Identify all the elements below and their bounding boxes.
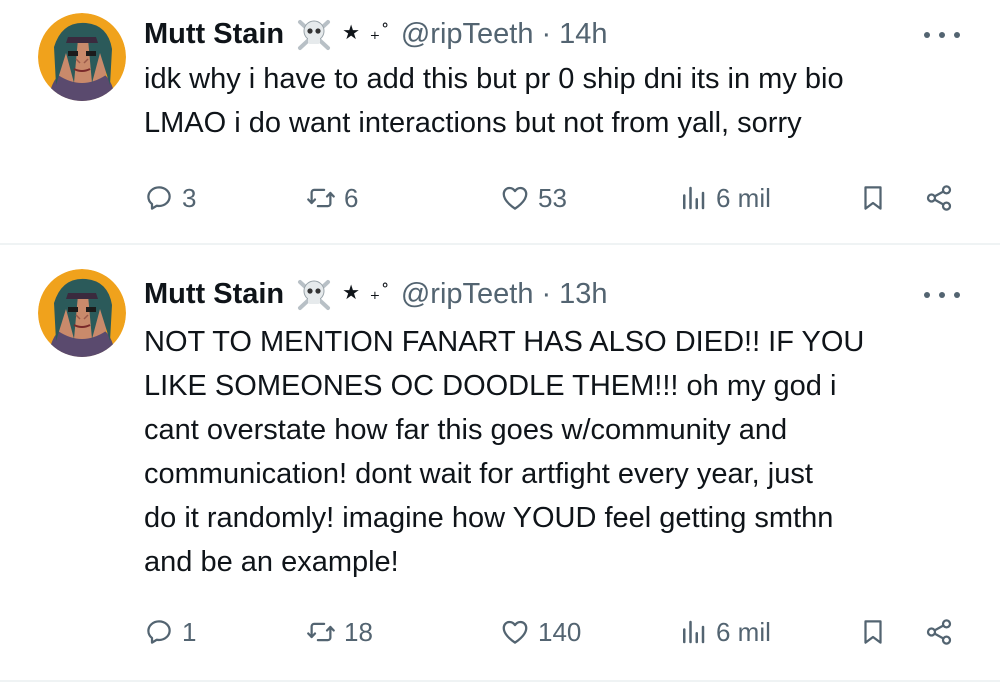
tweet-text-line: do it randomly! imagine how YOUD feel ge… [144,502,834,534]
more-icon[interactable] [924,20,960,50]
reply-button[interactable]: 3 [144,176,196,220]
tweet[interactable]: Mutt Stain ★ ₊˚ @ripTeeth · 13h NOT TO M… [0,246,1000,680]
repost-count: 6 [344,182,359,213]
divider [0,243,1000,245]
stars-decoration: ★ ₊˚ [342,281,391,304]
views-button[interactable]: 6 mil [678,610,771,654]
repost-button[interactable]: 6 [306,176,358,220]
tweet-text-line: communication! dont wait for artfight ev… [144,458,813,490]
views-icon [683,620,705,644]
author-handle[interactable]: @ripTeeth [401,18,534,51]
tweet-text-line: cant overstate how far this goes w/commu… [144,414,788,446]
repost-count: 18 [344,616,373,647]
name-decoration: ★ ₊˚ [294,16,391,52]
repost-button[interactable]: 18 [306,610,373,654]
avatar[interactable] [38,269,126,357]
reply-icon [147,620,171,644]
timestamp[interactable]: 14h [559,18,607,51]
bookmark-button[interactable] [858,610,888,654]
name-decoration: ★ ₊˚ [294,276,391,312]
repost-icon [307,188,335,208]
more-icon[interactable] [924,280,960,310]
tweet-text-line: NOT TO MENTION FANART HAS ALSO DIED!! IF… [144,326,865,358]
action-bar: 1 18 140 6 mil [144,610,964,654]
share-button[interactable] [924,610,954,654]
like-button[interactable]: 53 [500,176,567,220]
views-icon [683,186,705,210]
author-name[interactable]: Mutt Stain [144,278,284,311]
action-bar: 3 6 53 6 mil [144,176,964,220]
reply-button[interactable]: 1 [144,610,196,654]
views-count: 6 mil [716,616,771,647]
separator-dot: · [541,277,552,310]
heart-icon [502,620,528,644]
repost-icon [307,622,335,642]
tweet-text-line: idk why i have to add this but pr 0 ship… [144,63,844,95]
like-count: 140 [538,616,582,647]
author-name[interactable]: Mutt Stain [144,18,284,51]
tweet-text: idk why i have to add this but pr 0 ship… [144,57,964,145]
tweet-header: Mutt Stain ★ ₊˚ @ripTeeth · 13h [144,274,960,314]
tweet-text-line: LMAO i do want interactions but not from… [144,107,802,139]
reply-count: 1 [182,616,197,647]
skull-crossbones-icon [294,276,334,312]
avatar[interactable] [38,13,126,101]
tweet[interactable]: Mutt Stain ★ ₊˚ @ripTeeth · 14h idk why … [0,0,1000,244]
author-handle[interactable]: @ripTeeth [401,278,534,311]
bookmark-icon [864,620,882,644]
bookmark-icon [864,186,882,210]
tweet-text-line: LIKE SOMEONES OC DOODLE THEM!!! oh my go… [144,370,837,402]
tweet-text-line: and be an example! [144,546,399,578]
stars-decoration: ★ ₊˚ [342,21,391,44]
like-button[interactable]: 140 [500,610,581,654]
divider [0,680,1000,682]
reply-count: 3 [182,182,197,213]
share-button[interactable] [924,176,954,220]
views-count: 6 mil [716,182,771,213]
tweet-text: NOT TO MENTION FANART HAS ALSO DIED!! IF… [144,320,964,584]
like-count: 53 [538,182,567,213]
tweet-header: Mutt Stain ★ ₊˚ @ripTeeth · 14h [144,14,960,54]
views-button[interactable]: 6 mil [678,176,771,220]
share-icon [926,185,952,211]
heart-icon [502,186,528,210]
bookmark-button[interactable] [858,176,888,220]
reply-icon [147,186,171,210]
separator-dot: · [541,17,552,50]
timestamp[interactable]: 13h [559,278,607,311]
skull-crossbones-icon [294,16,334,52]
share-icon [926,619,952,645]
